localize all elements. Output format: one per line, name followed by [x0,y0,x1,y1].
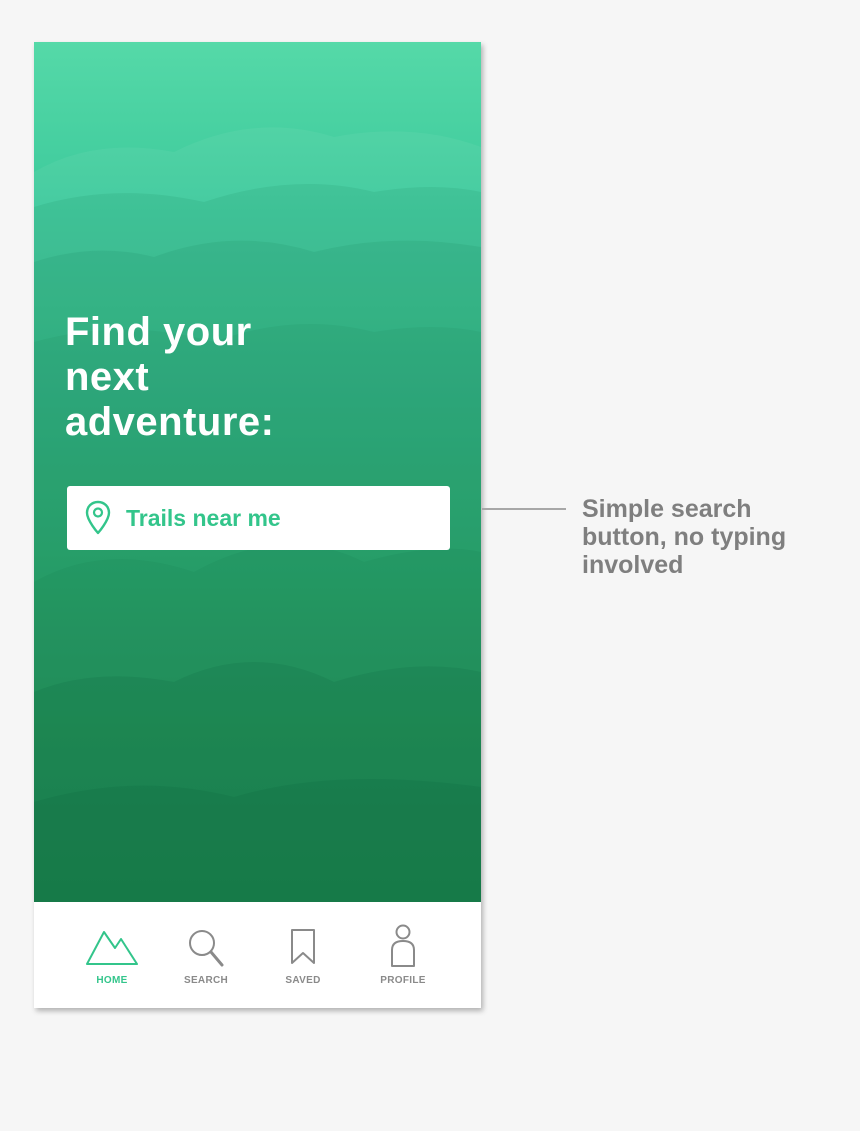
tab-saved[interactable]: SAVED [258,902,348,1008]
tab-saved-label: SAVED [285,975,321,986]
magnifier-icon [189,930,224,967]
annotation-connector-line [482,508,566,510]
bookmark-icon [291,929,315,964]
phone-screen: Find your next adventure: Trails near me… [34,42,481,1008]
tab-search[interactable]: SEARCH [161,902,251,1008]
search-button-label: Trails near me [126,505,281,531]
annotation-text: Simple search button, no typing involved [582,495,787,579]
tab-profile-label: PROFILE [380,975,426,986]
hero-background: Find your next adventure: Trails near me [34,42,481,902]
person-icon [391,924,415,967]
tab-home-label: HOME [96,975,128,986]
location-pin-icon [85,500,111,535]
bottom-tab-bar: HOME SEARCH SAVED PROFILE [34,902,481,1008]
hero-headline: Find your next adventure: [65,310,275,444]
trails-near-me-button[interactable]: Trails near me [67,486,450,550]
mountain-icon [86,931,138,965]
mountain-landscape-image [34,127,481,902]
tab-home[interactable]: HOME [67,902,157,1008]
tab-search-label: SEARCH [183,975,229,986]
tab-profile[interactable]: PROFILE [358,902,448,1008]
